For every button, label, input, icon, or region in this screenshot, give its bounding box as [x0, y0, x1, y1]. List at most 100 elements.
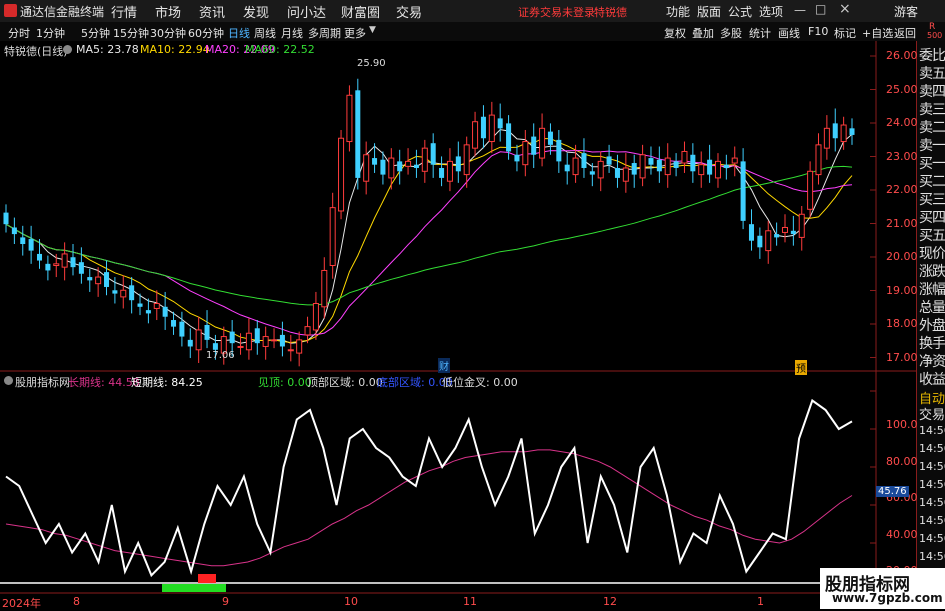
candle-body: [187, 339, 193, 347]
btn-tongji[interactable]: 统计: [749, 25, 771, 41]
period-15min[interactable]: 15分钟: [113, 25, 149, 41]
candle-body: [807, 170, 814, 210]
btn-huaxian[interactable]: 画线: [778, 25, 800, 41]
period-multi[interactable]: 多周期: [308, 25, 341, 41]
btn-zixuan[interactable]: +自选: [862, 25, 893, 41]
menu-wenxiaoda[interactable]: 问小达: [287, 2, 326, 21]
side-tab-13[interactable]: 涨幅: [919, 281, 945, 299]
candle-body: [36, 253, 43, 261]
indicator-tick-1: 80.00: [886, 454, 918, 468]
btn-fanhui[interactable]: 返回: [894, 25, 916, 41]
side-tab-18[interactable]: 收益: [919, 371, 945, 389]
menu-banmian[interactable]: 版面: [697, 3, 721, 20]
candle-body: [639, 154, 646, 179]
auto-trade-label-2[interactable]: 交易: [919, 404, 945, 423]
menu-zixun[interactable]: 资讯: [199, 2, 225, 21]
candle-body: [714, 160, 721, 179]
trade-time-5: 14:56: [919, 514, 945, 527]
price-tick-1: 25.00: [886, 82, 918, 96]
period-day[interactable]: 日线: [228, 25, 250, 41]
menu-jiaoyi[interactable]: 交易: [396, 2, 422, 21]
side-tab-10[interactable]: 买五: [919, 227, 945, 245]
side-tab-16[interactable]: 换手: [919, 335, 945, 353]
high-price-label: 25.90: [357, 58, 386, 69]
ma-settings-icon[interactable]: [63, 45, 72, 54]
menu-hangqing[interactable]: 行情: [111, 2, 137, 21]
btn-biaoji[interactable]: 标记: [834, 25, 856, 41]
side-tab-17[interactable]: 净资: [919, 353, 945, 371]
btn-fuquan[interactable]: 复权: [664, 25, 686, 41]
candle-body: [497, 118, 503, 129]
period-30min[interactable]: 30分钟: [150, 25, 186, 41]
side-tab-8[interactable]: 买三: [919, 191, 945, 209]
period-1min[interactable]: 1分钟: [36, 25, 65, 41]
price-tick-9: 17.00: [886, 350, 918, 364]
side-tab-11[interactable]: 现价: [919, 245, 945, 263]
candle-body: [765, 230, 772, 252]
close-icon[interactable]: ×: [839, 1, 851, 17]
side-tab-14[interactable]: 总量: [919, 299, 945, 317]
price-tick-5: 21.00: [886, 216, 918, 230]
guest-label[interactable]: 游客: [894, 3, 918, 20]
period-week[interactable]: 周线: [254, 25, 276, 41]
candle-body: [171, 320, 177, 327]
side-tab-15[interactable]: 外盘: [919, 317, 945, 335]
side-tab-6[interactable]: 买一: [919, 155, 945, 173]
candle-body: [129, 285, 135, 301]
side-tab-12[interactable]: 涨跌: [919, 263, 945, 281]
maximize-icon[interactable]: □: [815, 2, 826, 16]
candle-body: [531, 136, 537, 155]
candle-body: [53, 263, 60, 266]
menu-faxian[interactable]: 发现: [243, 2, 269, 21]
marker-yu[interactable]: 预: [795, 360, 807, 375]
trade-time-2: 14:56: [919, 460, 945, 473]
side-tab-9[interactable]: 买四: [919, 209, 945, 227]
menu-caifuquan[interactable]: 财富圈: [341, 2, 380, 21]
chevron-down-icon[interactable]: ▼: [369, 25, 376, 35]
side-tab-2[interactable]: 卖四: [919, 83, 945, 101]
indicator-settings-icon[interactable]: [4, 376, 13, 385]
bottom-signal-bar: [198, 574, 216, 583]
minimize-icon[interactable]: —: [794, 3, 806, 17]
period-fenshi[interactable]: 分时: [8, 25, 30, 41]
btn-diejia[interactable]: 叠加: [692, 25, 714, 41]
candle-body: [488, 114, 495, 143]
side-tab-4[interactable]: 卖二: [919, 119, 945, 137]
candle-body: [329, 207, 336, 266]
side-tab-0[interactable]: 委比: [919, 47, 945, 65]
side-tab-3[interactable]: 卖三: [919, 101, 945, 119]
side-tab-5[interactable]: 卖一: [919, 137, 945, 155]
candle-body: [95, 276, 102, 285]
btn-f10[interactable]: F10: [808, 25, 828, 38]
candle-body: [648, 158, 654, 165]
candle-body: [472, 121, 479, 149]
candle-body: [137, 303, 143, 307]
marker-cai[interactable]: 财: [438, 358, 450, 373]
period-5min[interactable]: 5分钟: [81, 25, 110, 41]
candle-body: [287, 349, 294, 352]
side-tab-7[interactable]: 买二: [919, 173, 945, 191]
btn-duogu[interactable]: 多股: [720, 25, 742, 41]
candle-body: [212, 343, 218, 350]
login-notice[interactable]: 证券交易未登录: [518, 4, 595, 20]
side-top-500: 500: [927, 31, 943, 40]
candle-body: [539, 127, 546, 159]
candle-body: [162, 306, 168, 317]
candle-body: [748, 224, 754, 241]
menu-shichang[interactable]: 市场: [155, 2, 181, 21]
menu-gongneng[interactable]: 功能: [666, 3, 690, 20]
side-tab-1[interactable]: 卖五: [919, 65, 945, 83]
candle-body: [153, 303, 160, 309]
candle-body: [606, 156, 612, 165]
low-cross-signal-bar: [162, 584, 226, 592]
menu-xuanxiang[interactable]: 选项: [759, 3, 783, 20]
menu-gongshi[interactable]: 公式: [728, 3, 752, 20]
candle-body: [723, 164, 729, 168]
period-more[interactable]: 更多: [344, 25, 366, 41]
period-month[interactable]: 月线: [281, 25, 303, 41]
top-zone-label: 顶部区域: 0.00: [307, 376, 383, 389]
candle-body: [506, 123, 512, 152]
period-60min[interactable]: 60分钟: [188, 25, 224, 41]
price-tick-0: 26.00: [886, 49, 918, 62]
title-bar: 通达信金融终端 行情 市场 资讯 发现 问小达 财富圈 交易 证券交易未登录 特…: [0, 0, 945, 23]
